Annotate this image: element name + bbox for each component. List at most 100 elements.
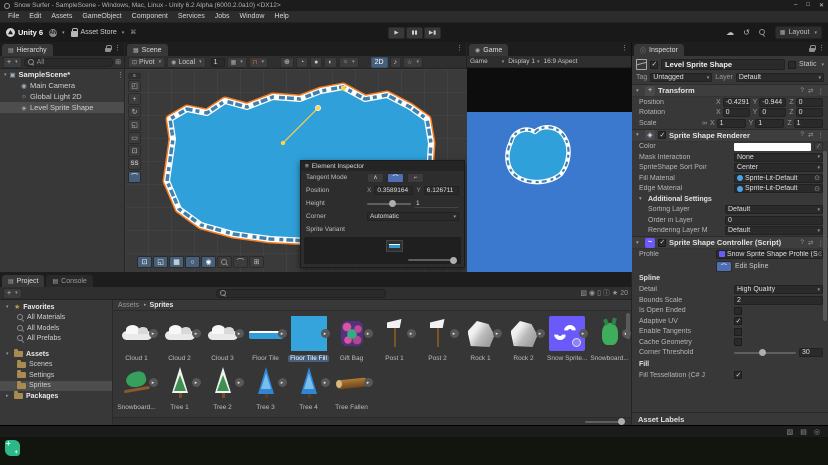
- activity-icon[interactable]: ▨: [787, 428, 794, 436]
- expand-subassets-icon[interactable]: ▸: [234, 329, 244, 338]
- game-viewport[interactable]: [467, 68, 632, 272]
- hierarchy-scene-row[interactable]: ▾ ▣ SampleScene* ⋮: [0, 69, 124, 80]
- sprite-shape-renderer-header[interactable]: ▾◈ Sprite Shape Renderer ?⇄⋮: [632, 128, 828, 142]
- spline-visibility-button[interactable]: ◉: [201, 256, 216, 268]
- gameobject-name-field[interactable]: Level Sprite Shape: [661, 59, 785, 70]
- label-filter-icon[interactable]: ▯: [597, 289, 601, 297]
- folder-item[interactable]: Settings: [0, 370, 112, 381]
- thumbnail-size-slider[interactable]: [585, 418, 625, 425]
- position-z-field[interactable]: 0: [795, 97, 824, 107]
- asset-thumbnail[interactable]: ▸: [247, 364, 287, 401]
- effects-dropdown[interactable]: ☆ ▾: [403, 56, 423, 68]
- menu-item[interactable]: GameObject: [77, 11, 126, 23]
- layout-dropdown[interactable]: ▦ Layout ▾: [774, 26, 822, 39]
- color-swatch[interactable]: [734, 142, 811, 151]
- info-icon[interactable]: ⓘ: [603, 288, 610, 298]
- expand-subassets-icon[interactable]: ▸: [406, 329, 416, 338]
- asset-thumbnail[interactable]: ▸: [204, 315, 244, 352]
- asset-item[interactable]: ▸ Floor Tile Fill: [287, 315, 330, 362]
- height-slider[interactable]: [367, 200, 411, 207]
- asset-item[interactable]: ▸ Rock 2: [502, 315, 545, 362]
- asset-thumbnail[interactable]: ▸: [118, 315, 158, 352]
- eyedropper-icon[interactable]: ∕: [814, 142, 823, 152]
- expand-subassets-icon[interactable]: ▸: [234, 378, 244, 387]
- asset-item[interactable]: ▸ Cloud 3: [201, 315, 244, 362]
- scene-viewport[interactable]: ≡ ◰ + ↻ ◱ ▭ ⊡ SS ⌒ ⊡ ◱ ▦ ○ ◉ ⌒ ⊞ ≡ Elemen…: [125, 69, 467, 272]
- spline-snap-button[interactable]: ⊞: [249, 256, 264, 268]
- custom-tool-ss[interactable]: SS: [128, 158, 141, 170]
- spline-circle-button[interactable]: ○: [185, 256, 200, 268]
- sorting-layer-dropdown[interactable]: Default: [725, 205, 823, 215]
- corner-threshold-slider[interactable]: [734, 349, 796, 357]
- transform-tool[interactable]: ⊡: [128, 145, 141, 157]
- tangent-continuous-button[interactable]: ⌒: [387, 172, 404, 183]
- asset-item[interactable]: ▸ Tree Fallen: [330, 364, 373, 411]
- position-y-field[interactable]: -0.944: [759, 97, 787, 107]
- help-icon[interactable]: ?: [800, 239, 804, 247]
- pivot-dropdown[interactable]: ⊡ Pivot ▾: [128, 56, 166, 68]
- expand-subassets-icon[interactable]: ▸: [449, 329, 459, 338]
- handle-space-dropdown[interactable]: ◉ Local ▾: [167, 56, 206, 68]
- display-dropdown[interactable]: Display 1 ▾: [508, 58, 539, 65]
- asset-item[interactable]: ▸ Tree 3: [244, 364, 287, 411]
- static-checkbox[interactable]: [787, 60, 796, 69]
- move-tool[interactable]: +: [128, 93, 141, 105]
- search-icon[interactable]: [758, 29, 766, 36]
- undo-history-icon[interactable]: ↺: [743, 28, 750, 37]
- expand-subassets-icon[interactable]: ▸: [191, 329, 201, 338]
- asset-item[interactable]: ▸ Tree 4: [287, 364, 330, 411]
- aspect-dropdown[interactable]: 16:9 Aspect: [543, 58, 577, 65]
- menu-item[interactable]: Window: [235, 11, 270, 23]
- step-button[interactable]: ▶▮: [424, 27, 441, 39]
- asset-item[interactable]: ▸ Tree 2: [201, 364, 244, 411]
- add-gameobject-button[interactable]: + ▾: [3, 56, 22, 68]
- tab-project[interactable]: ▤ Project: [2, 275, 45, 287]
- kebab-menu-icon[interactable]: ⋮: [114, 44, 121, 52]
- static-dropdown[interactable]: Static: [799, 61, 817, 68]
- asset-item[interactable]: ▸ Snowboard...: [115, 364, 158, 411]
- renderer-enabled-checkbox[interactable]: [658, 131, 666, 139]
- assets-row[interactable]: ▾ Assets: [0, 349, 112, 360]
- console-status-icon[interactable]: ▤: [800, 428, 807, 436]
- scale-x-field[interactable]: 1: [716, 118, 746, 128]
- help-icon[interactable]: ?: [800, 87, 804, 95]
- asset-item[interactable]: ▸ Tree 1: [158, 364, 201, 411]
- kebab-menu-icon[interactable]: ⋮: [818, 44, 825, 52]
- maximize-button[interactable]: □: [806, 2, 810, 9]
- edge-material-field[interactable]: Sprite-Lit-Default ⊙: [734, 184, 823, 194]
- shortcut-icon[interactable]: ⌘: [130, 29, 136, 36]
- favorites-item[interactable]: All Prefabs: [0, 334, 112, 345]
- position-y-field[interactable]: 6.126711: [423, 186, 459, 195]
- folder-item[interactable]: Sprites: [0, 380, 112, 391]
- favorites-item[interactable]: All Models: [0, 323, 112, 334]
- expand-subassets-icon[interactable]: ▸: [320, 378, 330, 387]
- project-scrollbar[interactable]: [626, 313, 630, 339]
- asset-item[interactable]: ▸ Cloud 1: [115, 315, 158, 362]
- asset-thumbnail[interactable]: ▸: [204, 364, 244, 401]
- kebab-menu-icon[interactable]: ⋮: [818, 87, 825, 95]
- asset-item[interactable]: ▸ Snow Sprite...: [545, 315, 588, 362]
- menu-item[interactable]: Services: [173, 11, 210, 23]
- link-scale-icon[interactable]: ∞: [702, 120, 707, 127]
- menu-item[interactable]: Jobs: [210, 11, 235, 23]
- sort-point-dropdown[interactable]: Center: [734, 163, 823, 173]
- menu-item[interactable]: Help: [269, 11, 293, 23]
- asset-store-dropdown[interactable]: Asset Store ▾: [70, 27, 124, 37]
- menu-item[interactable]: File: [3, 11, 24, 23]
- detail-dropdown[interactable]: High Quality: [734, 285, 823, 295]
- asset-item[interactable]: ▸ Gift Bag: [330, 315, 373, 362]
- account-dropdown[interactable]: AN ▾: [49, 28, 65, 37]
- hierarchy-search-input[interactable]: All: [23, 57, 114, 67]
- tab-console[interactable]: ▤ Console: [46, 275, 93, 287]
- object-picker-icon[interactable]: ⊙: [814, 185, 820, 193]
- lighting-dropdown[interactable]: ☼ ▾: [338, 56, 359, 68]
- gizmo-toggle-1[interactable]: ⊕: [280, 56, 294, 68]
- asset-thumbnail[interactable]: ▸: [333, 364, 373, 401]
- scale-z-field[interactable]: 1: [793, 118, 824, 128]
- favorites-row[interactable]: ▾ ★ Favorites: [0, 302, 112, 313]
- rotate-tool[interactable]: ↻: [128, 106, 141, 118]
- height-field[interactable]: 1: [414, 199, 459, 208]
- lock-icon[interactable]: [809, 44, 816, 52]
- expand-subassets-icon[interactable]: ▸: [535, 329, 545, 338]
- game-mode-dropdown[interactable]: Game ▾: [470, 58, 504, 65]
